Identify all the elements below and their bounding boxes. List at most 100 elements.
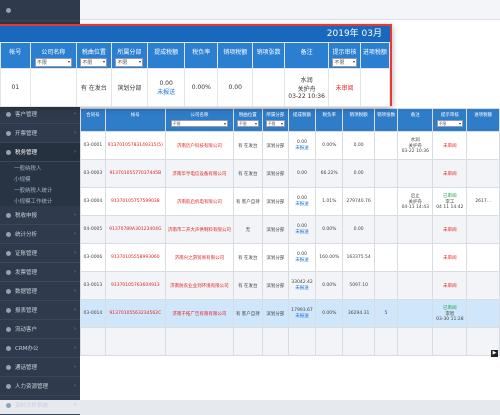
remark-line: 关护舟	[297, 86, 316, 93]
sidebar-item[interactable]: CRM办公 ›	[0, 339, 80, 358]
month-header: 2019年 03月	[0, 26, 390, 42]
sidebar-item[interactable]: 一般纳税人	[0, 162, 80, 173]
company-filter-select[interactable]: 不限	[34, 58, 72, 67]
chevron-right-icon: ›	[74, 269, 76, 275]
cell-account: 91370105783149315(5)	[104, 131, 166, 160]
column-label: 进项税额	[474, 113, 493, 118]
table-row[interactable]: 03-0004 91370105757599038 济南航启机电有限公司有 客户自持…	[80, 187, 500, 216]
cell-output_tax: 36294.31	[342, 299, 375, 328]
report-status-link[interactable]: 未报送	[291, 201, 313, 207]
column-label: 备注	[410, 113, 420, 118]
sidebar-item-label: 发票管理	[15, 270, 38, 276]
sidebar-item[interactable]: 证账管理 ›	[0, 244, 80, 263]
sidebar-item[interactable]: 发票管理 ›	[0, 263, 80, 282]
branch-filter-select[interactable]: 不限	[265, 120, 285, 127]
column-header: 税负率	[184, 42, 219, 69]
report-status-link[interactable]: 未报送	[291, 257, 313, 263]
audit-line: 04 11 14:42	[436, 205, 464, 210]
remark-line: 水润	[300, 77, 313, 84]
report-status-link[interactable]: 未报送	[291, 285, 313, 291]
table-row[interactable]	[80, 327, 500, 356]
sidebar-item[interactable]: 一般纳税人统计	[0, 184, 80, 195]
menu-icon	[6, 7, 11, 13]
sidebar-item[interactable]: 通话管理 ›	[0, 358, 80, 377]
column-label: 销项税额	[349, 113, 368, 118]
table-row[interactable]: 03-0014 91370105563234562C 济南千拓广告有限有限公司有 客…	[80, 299, 500, 328]
cell-amount: 0.00 未报送	[287, 187, 317, 216]
column-label: 税曲位置	[238, 113, 257, 118]
cell-audit: 未审阅	[432, 243, 468, 272]
chevron-right-icon: ›	[74, 130, 76, 136]
column-label: 提示审核	[440, 113, 459, 118]
menu-icon	[6, 269, 11, 275]
column-header: 销项张数	[373, 108, 399, 132]
column-header: 提示审核 不限	[432, 108, 468, 132]
sidebar-item[interactable]: 资料文件系统 ›	[0, 396, 80, 415]
sidebar-item-label: 证账管理	[15, 251, 38, 257]
cell-position: 有 客户自持	[232, 299, 263, 328]
column-header: 税曲位置 不限	[232, 108, 263, 132]
data-grid: 合同号 帐号 公司名称 不限 税曲位置 不限 所属分部 不限 提成税额 税负率 销项税额 销项张数 备注…	[80, 108, 500, 356]
audit-filter-select[interactable]: 不限	[332, 58, 357, 67]
audit-line: 03-30 11:28	[436, 317, 464, 322]
table-row[interactable]: 03-0001 91370105783149315(5) 济南历户科技有限公司有 在…	[80, 131, 500, 160]
menu-icon	[6, 345, 11, 351]
cell-contract: 03-0003	[80, 159, 106, 188]
column-label: 公司名称	[190, 113, 209, 118]
sidebar-item[interactable]: 小规模工作统计	[0, 195, 80, 206]
position-filter-select[interactable]: 不限	[237, 120, 259, 127]
chevron-right-icon: ›	[74, 345, 76, 351]
cell-audit: 未审阅	[432, 159, 468, 188]
sidebar-item[interactable]: 开票管理 ›	[0, 124, 80, 143]
cell-count	[373, 243, 399, 272]
cell-input_tax	[466, 215, 500, 244]
sidebar-item[interactable]: 数据管理 ›	[0, 282, 80, 301]
sidebar-item[interactable]: 统计分析 ›	[0, 225, 80, 244]
menu-icon	[6, 402, 11, 408]
sidebar-item[interactable]: 税收申报 ›	[0, 206, 80, 225]
cell-output_tax: 163375.54	[342, 243, 375, 272]
sidebar-item[interactable]: 客户管理 ›	[0, 105, 80, 124]
column-label: 提成税额	[293, 113, 312, 118]
chevron-right-icon: ›	[74, 288, 76, 294]
cell-branch: 滨划分部	[261, 271, 289, 300]
amount-value: 0.00	[297, 171, 308, 176]
cell-output_tax: 0.00	[342, 131, 375, 160]
menu-icon	[6, 364, 11, 370]
sidebar-item-label: 流动客户	[15, 327, 38, 333]
table-row[interactable]: 03-0006 91370105558993060 济南兴之游贸易有限公司有 在发台…	[80, 243, 500, 272]
audit-filter-select[interactable]: 不限	[436, 120, 463, 127]
position-filter-select[interactable]: 不限	[80, 58, 108, 67]
table-row[interactable]: 03-0013 91370105763604913 济南防农业业到环境有限公司有 在…	[80, 271, 500, 300]
report-status-link[interactable]: 未报送	[291, 229, 313, 235]
sidebar-item[interactable]: 报表管理 ›	[0, 301, 80, 320]
popup-data-row[interactable]: 01 有 在发台 滨划分部 0.00 未报送 0.00% 0.00 水润 关护舟 03-22 10…	[0, 68, 391, 107]
sidebar-item[interactable]: 小规模	[0, 173, 80, 184]
cell-remark	[397, 299, 434, 328]
branch-filter-select[interactable]: 不限	[115, 58, 144, 67]
sidebar-item[interactable]: 人力资源管理 ›	[0, 377, 80, 396]
report-status-link[interactable]: 未报送	[291, 145, 313, 151]
cell-position: 有 在发台	[232, 159, 263, 188]
table-row[interactable]: 04-0005 91370789A30123404G 济南市二开大声供制料有限公司无…	[80, 215, 500, 244]
chevron-right-icon: ›	[74, 149, 76, 155]
remark-line: 03-22 10:36	[401, 149, 430, 154]
chevron-right-icon: ›	[74, 383, 76, 389]
sidebar-item[interactable]: 流动客户 ›	[0, 320, 80, 339]
report-status-link[interactable]: 未报送	[150, 87, 182, 96]
sidebar-item-label: 小规模工作统计	[14, 198, 53, 205]
cell-branch: 滨划分部	[110, 68, 148, 107]
menu-icon	[6, 130, 11, 136]
cell-company: 济南兴之游贸易有限公司	[164, 243, 234, 272]
cell-remark: 水润 关护舟 03-22 10:36	[397, 131, 434, 160]
column-header: 销项税额	[217, 42, 254, 69]
cell-audit: 已审阅 李智 03-30 11:28	[432, 299, 468, 328]
column-header: 帐号	[0, 42, 31, 69]
popup-table: 帐号 公司名称 不限 税曲位置 不限 所属分部 不限 提成税额 税负率 销项税额 销项张数 备注 提示审…	[0, 42, 391, 107]
table-row[interactable]: 03-0003 91370105577037445B 济南华亨电信设备有限公司有 在…	[80, 159, 500, 188]
company-filter-select[interactable]: 不限	[171, 120, 228, 127]
scroll-right-icon[interactable]: ▶	[491, 350, 498, 357]
report-status-link[interactable]: 未报送	[291, 313, 313, 319]
sidebar-item[interactable]: 税务管理 ›	[0, 143, 80, 162]
sidebar-item[interactable]	[0, 0, 80, 21]
